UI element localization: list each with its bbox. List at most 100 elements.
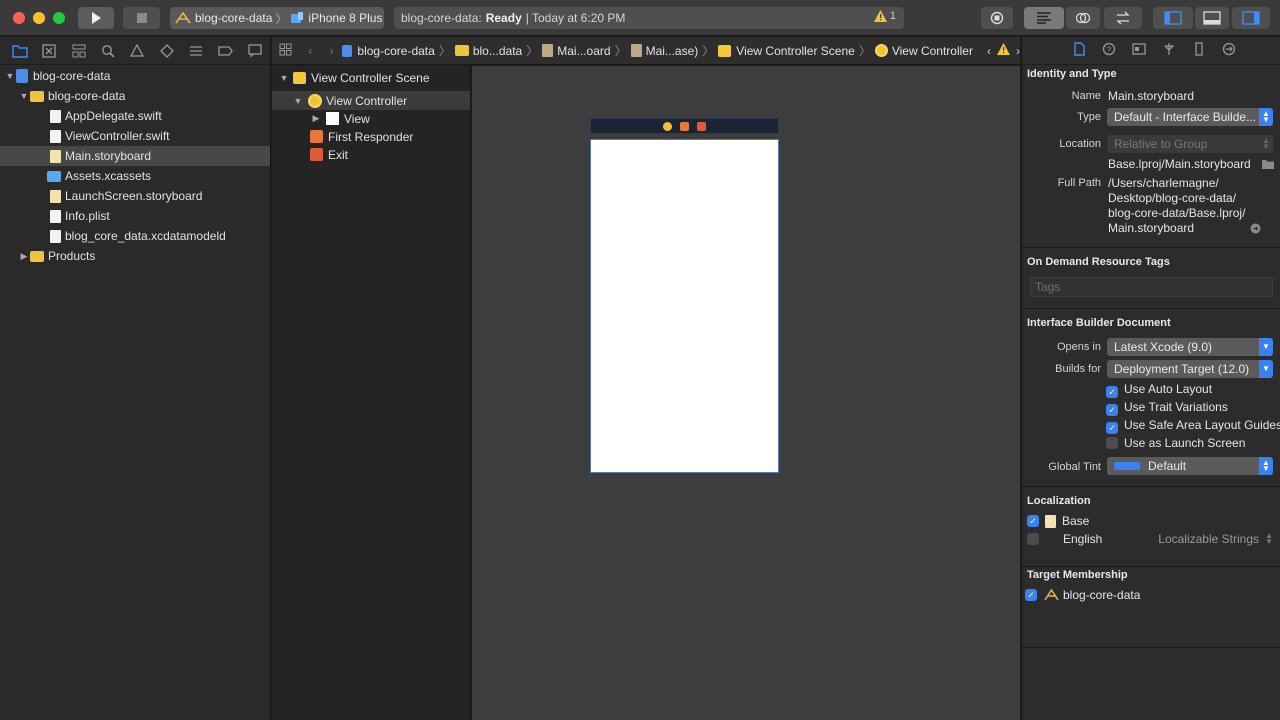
navigator-item-file[interactable]: blog_core_data.xcdatamodeld	[0, 226, 270, 246]
disclosure-open-icon[interactable]: ▼	[4, 71, 16, 81]
localization-english-row[interactable]: English Localizable Strings ▲ ▼	[1027, 532, 1277, 546]
outline-item-exit[interactable]: Exit	[272, 145, 470, 164]
navigator-item-file-selected[interactable]: Main.storyboard	[0, 146, 270, 166]
breakpoint-navigator-tab[interactable]	[211, 37, 240, 65]
global-tint-popup[interactable]: Default ▲ ▼	[1107, 457, 1273, 475]
run-button[interactable]	[78, 7, 114, 29]
scheme-selector[interactable]: blog-core-data 〉 iPhone 8 Plus	[170, 7, 384, 29]
storyboard-file-icon	[542, 44, 554, 57]
stop-button[interactable]	[123, 7, 160, 29]
jump-bar-crumb[interactable]: Mai...ase)	[630, 44, 698, 58]
jump-bar-crumb[interactable]: Mai...oard	[542, 43, 611, 58]
disclosure-closed-icon[interactable]: ▶	[310, 113, 322, 124]
first-responder-icon	[310, 130, 323, 143]
report-navigator-tab[interactable]	[241, 37, 270, 65]
issue-warning-button[interactable]	[996, 43, 1010, 58]
navigator-item-file[interactable]: LaunchScreen.storyboard	[0, 186, 270, 206]
jump-bar-crumb-label: View Controller Scene	[736, 43, 855, 58]
navigator-item-file[interactable]: AppDelegate.swift	[0, 106, 270, 126]
name-value[interactable]: Main.storyboard	[1108, 89, 1194, 103]
auto-layout-checkbox[interactable]: ✓ Use Auto Layout	[1106, 382, 1212, 398]
close-window-button[interactable]	[13, 12, 25, 24]
navigator-item-label: AppDelegate.swift	[65, 109, 162, 123]
location-popup[interactable]: Relative to Group ▲ ▼	[1107, 135, 1273, 153]
minimize-window-button[interactable]	[33, 12, 45, 24]
project-navigator-tab[interactable]	[5, 37, 34, 65]
trait-variations-checkbox[interactable]: ✓ Use Trait Variations	[1106, 400, 1228, 416]
source-control-tab[interactable]	[34, 37, 63, 65]
chevron-right-icon: ›	[329, 43, 334, 58]
navigator-item-file[interactable]: Info.plist	[0, 206, 270, 226]
outline-item-view[interactable]: ▶ View	[272, 109, 470, 128]
navigator-item-file[interactable]: ViewController.swift	[0, 126, 270, 146]
attributes-inspector-tab[interactable]	[1154, 42, 1184, 59]
disclosure-open-icon[interactable]: ▼	[18, 91, 30, 101]
outline-item-scene[interactable]: ▼ View Controller Scene	[272, 68, 470, 87]
view-controller-scene-view[interactable]	[590, 139, 779, 473]
version-editor-button[interactable]	[1104, 7, 1142, 29]
outline-item-label: Exit	[328, 147, 349, 162]
file-icon	[1073, 42, 1085, 56]
file-inspector-tab[interactable]	[1064, 42, 1094, 59]
debug-navigator-tab[interactable]	[182, 37, 211, 65]
disclosure-closed-icon[interactable]: ▶	[18, 251, 30, 262]
issue-navigator-tab[interactable]	[123, 37, 152, 65]
related-items-button[interactable]	[272, 43, 299, 59]
storyboard-canvas[interactable]	[472, 66, 1020, 720]
disclosure-open-icon[interactable]: ▼	[292, 96, 304, 106]
toggle-inspector-button[interactable]	[1232, 7, 1270, 29]
assistant-editor-button[interactable]	[1066, 7, 1100, 29]
section-heading-target-membership: Target Membership	[1027, 569, 1128, 581]
first-responder-icon[interactable]	[680, 121, 689, 131]
exit-icon[interactable]	[697, 121, 706, 131]
forward-button[interactable]: ›	[321, 44, 343, 58]
zoom-window-button[interactable]	[53, 12, 65, 24]
jump-bar-crumb[interactable]: blog-core-data	[342, 44, 435, 58]
target-membership-row[interactable]: ✓ blog-core-data	[1025, 588, 1140, 602]
size-inspector-tab[interactable]	[1184, 42, 1214, 59]
navigator-item-project[interactable]: ▼ blog-core-data	[0, 66, 270, 86]
localization-english-value[interactable]: Localizable Strings	[1158, 532, 1259, 546]
jump-bar-crumb-label: Mai...oard	[557, 43, 611, 58]
navigator-item-group[interactable]: ▼ blog-core-data	[0, 86, 270, 106]
standard-editor-button[interactable]	[1024, 7, 1064, 29]
folder-reveal-icon[interactable]	[1262, 159, 1274, 169]
jump-bar-crumb[interactable]: View Controller	[874, 44, 973, 58]
tags-input[interactable]: Tags	[1030, 277, 1273, 297]
jump-bar-crumb[interactable]: View Controller Scene	[718, 44, 855, 58]
type-popup[interactable]: Default - Interface Builde... ▲ ▼	[1107, 108, 1273, 126]
reveal-arrow-icon[interactable]	[1250, 223, 1261, 234]
navigator-item-label: Products	[48, 249, 96, 263]
warning-indicator[interactable]: 1	[873, 10, 896, 22]
library-button[interactable]	[981, 7, 1013, 29]
back-button[interactable]: ‹	[299, 44, 321, 58]
chevron-right-icon: 〉	[438, 44, 451, 58]
connections-inspector-tab[interactable]	[1214, 42, 1244, 59]
view-controller-icon[interactable]	[663, 121, 672, 131]
outline-item-first-responder[interactable]: First Responder	[272, 127, 470, 146]
jump-bar-crumb[interactable]: blo...data	[454, 44, 522, 58]
chevron-left-icon: ‹	[308, 43, 313, 58]
quick-help-tab[interactable]: ?	[1094, 42, 1124, 59]
previous-issue-button[interactable]: ‹	[987, 44, 991, 58]
identity-inspector-tab[interactable]	[1124, 43, 1154, 58]
test-navigator-tab[interactable]	[152, 37, 181, 65]
opens-in-popup[interactable]: Latest Xcode (9.0) ▼	[1107, 338, 1273, 356]
tint-color-swatch	[1114, 462, 1140, 470]
scene-dock[interactable]	[590, 118, 779, 134]
outline-item-view-controller[interactable]: ▼ View Controller	[272, 91, 470, 110]
disclosure-open-icon[interactable]: ▼	[278, 73, 290, 83]
launch-screen-checkbox[interactable]: Use as Launch Screen	[1106, 436, 1245, 450]
navigator-item-file[interactable]: Assets.xcassets	[0, 166, 270, 186]
toggle-debug-area-button[interactable]	[1195, 7, 1229, 29]
stop-icon	[136, 13, 147, 23]
navigator-item-label: blog-core-data	[33, 69, 111, 83]
symbol-navigator-tab[interactable]	[64, 37, 93, 65]
toggle-navigator-button[interactable]	[1153, 7, 1193, 29]
builds-for-popup[interactable]: Deployment Target (12.0) ▼	[1107, 360, 1273, 378]
localization-base-row[interactable]: ✓ Base	[1027, 514, 1089, 528]
navigator-item-group[interactable]: ▶ Products	[0, 246, 270, 266]
find-navigator-tab[interactable]	[93, 37, 122, 65]
safe-area-checkbox[interactable]: ✓ Use Safe Area Layout Guides	[1106, 418, 1280, 434]
next-issue-button[interactable]: ›	[1016, 44, 1020, 58]
